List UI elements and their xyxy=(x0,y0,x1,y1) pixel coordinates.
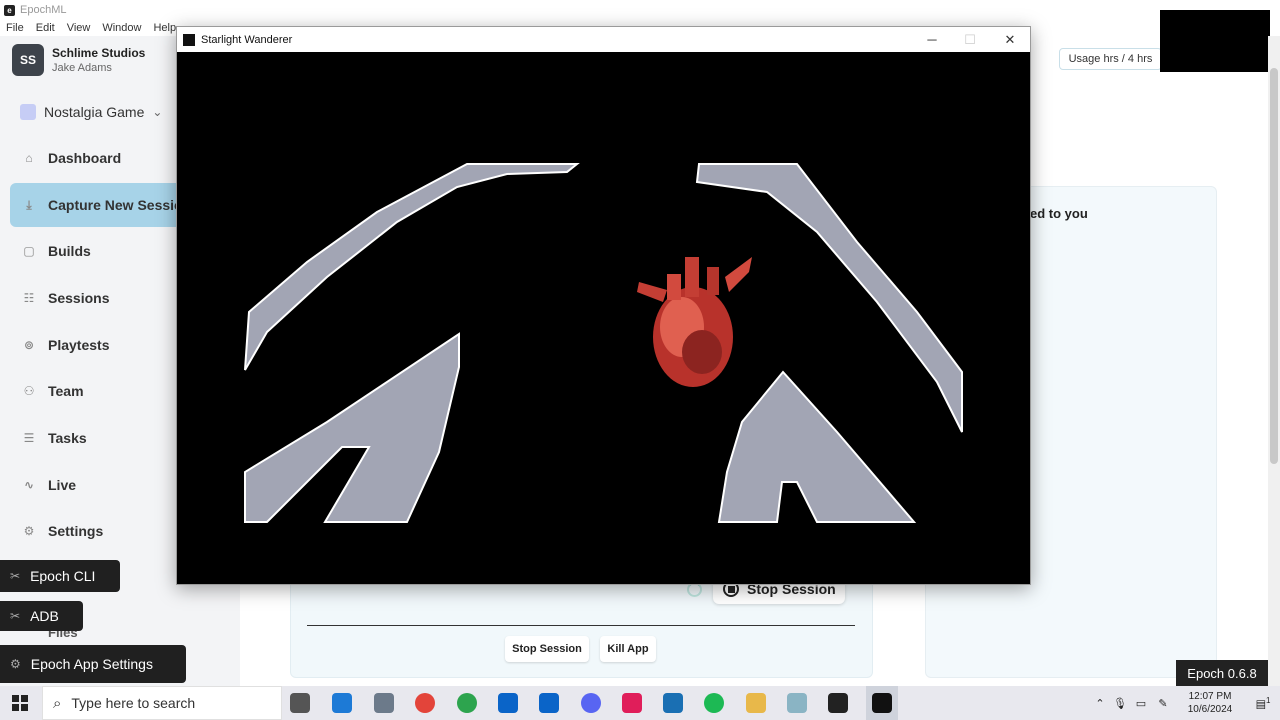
sidebar-item-label: Tasks xyxy=(48,430,87,446)
system-tray: ⌃ 🎙 ▭ ✎ 12:07 PM 10/6/2024 ▤1 xyxy=(1090,686,1280,720)
sidebar-item-label: Playtests xyxy=(48,337,110,353)
version-badge: Epoch 0.6.8 xyxy=(1176,660,1268,686)
gear-icon: ⚙ xyxy=(10,657,21,671)
menu-view[interactable]: View xyxy=(61,20,97,36)
discord-icon[interactable] xyxy=(581,693,601,713)
epoch-cli-label: Epoch CLI xyxy=(30,568,96,584)
rock-arc-right xyxy=(695,163,963,433)
windows-start-button[interactable] xyxy=(0,686,40,720)
epoch-app-icon[interactable] xyxy=(828,693,848,713)
network-app-icon[interactable] xyxy=(374,693,394,713)
adb-label: ADB xyxy=(30,608,59,624)
menubar: File Edit View Window Help xyxy=(0,20,182,36)
org-switcher[interactable]: SS Schlime Studios Jake Adams xyxy=(12,44,145,76)
windows-logo-icon xyxy=(12,695,28,711)
scrollbar-thumb[interactable] xyxy=(1270,68,1278,464)
tools-icon: ✂ xyxy=(10,569,21,583)
clock-time: 12:07 PM xyxy=(1188,691,1232,702)
anatomical-heart-icon xyxy=(637,257,752,387)
overlay-black-box xyxy=(1160,10,1270,72)
app-titlebar: e EpochML xyxy=(0,0,1280,20)
org-name: Schlime Studios xyxy=(52,46,146,60)
game-app-icon xyxy=(183,33,195,46)
menu-edit[interactable]: Edit xyxy=(30,20,61,36)
sessions-icon: ☷ xyxy=(23,291,35,305)
menu-file[interactable]: File xyxy=(0,20,30,36)
slack-icon[interactable] xyxy=(622,693,642,713)
gear-icon: ⚙ xyxy=(23,524,35,538)
app-m-icon[interactable] xyxy=(663,693,683,713)
game-window-titlebar[interactable]: Starlight Wanderer ─ ☐ ✕ xyxy=(177,27,1030,52)
game-canvas[interactable] xyxy=(177,52,1030,584)
sidebar-item-label: Sessions xyxy=(48,290,110,306)
tasks-icon: ☰ xyxy=(23,431,35,445)
menu-window[interactable]: Window xyxy=(96,20,147,36)
store-icon[interactable] xyxy=(498,693,518,713)
team-icon: ⚇ xyxy=(23,384,35,398)
maximize-button[interactable]: ☐ xyxy=(951,27,989,52)
rock-spike-right xyxy=(717,370,917,523)
box-icon: ▢ xyxy=(23,244,35,258)
adb-button[interactable]: ✂ ADB xyxy=(0,601,83,631)
user-name: Jake Adams xyxy=(52,62,112,74)
gamepad-icon: ⊚ xyxy=(23,338,35,352)
game-scene xyxy=(244,163,963,523)
sidebar-item-label: Settings xyxy=(48,523,104,539)
microphone-icon[interactable]: 🎙 xyxy=(1110,697,1130,710)
assigned-heading: ed to you xyxy=(1030,206,1088,221)
stop-session-button[interactable]: Stop Session xyxy=(505,636,589,662)
search-icon: ⌕ xyxy=(53,694,62,712)
sidebar-item-label: Capture New Session xyxy=(48,197,192,213)
notification-icon[interactable]: ▤1 xyxy=(1246,696,1280,711)
project-name: Nostalgia Game xyxy=(44,104,145,120)
clock[interactable]: 12:07 PM 10/6/2024 xyxy=(1174,690,1246,716)
sidebar-item-label: Dashboard xyxy=(48,150,122,166)
notepad-icon[interactable] xyxy=(787,693,807,713)
game-window-title: Starlight Wanderer xyxy=(201,33,293,46)
file-explorer-icon[interactable] xyxy=(746,693,766,713)
avatar: SS xyxy=(12,44,44,76)
tools-icon: ✂ xyxy=(10,609,21,623)
clock-date: 10/6/2024 xyxy=(1187,704,1233,715)
app-title: EpochML xyxy=(20,4,67,16)
sidebar-item-label: Builds xyxy=(48,243,91,259)
main-scrollbar[interactable] xyxy=(1268,36,1280,686)
taskbar: ⌕ Type here to search ⌃ 🎙 ▭ ✎ 12:07 PM 1… xyxy=(0,686,1280,720)
game-app-icon xyxy=(872,693,892,713)
kill-app-button[interactable]: Kill App xyxy=(600,636,656,662)
capture-icon: ⤓ xyxy=(26,197,32,212)
outlook-icon[interactable] xyxy=(539,693,559,713)
epoch-app-settings-button[interactable]: ⚙ Epoch App Settings xyxy=(0,645,186,683)
pen-icon[interactable]: ✎ xyxy=(1152,697,1174,710)
taskbar-search[interactable]: ⌕ Type here to search xyxy=(42,686,282,720)
spotify-icon[interactable] xyxy=(704,693,724,713)
project-color-icon xyxy=(20,104,36,120)
search-placeholder: Type here to search xyxy=(71,695,196,711)
epoch-cli-button[interactable]: ✂ Epoch CLI xyxy=(0,560,120,592)
task-view-icon[interactable] xyxy=(290,693,310,713)
divider xyxy=(307,625,855,626)
sidebar-item-label: Team xyxy=(48,383,84,399)
mail-icon[interactable] xyxy=(332,693,352,713)
close-button[interactable]: ✕ xyxy=(991,27,1029,52)
minimize-button[interactable]: ─ xyxy=(913,27,951,52)
game-window[interactable]: Starlight Wanderer ─ ☐ ✕ xyxy=(176,26,1031,585)
notification-count: 1 xyxy=(1265,695,1271,705)
chrome-icon[interactable] xyxy=(415,693,435,713)
rock-spike-left xyxy=(244,332,460,523)
project-selector[interactable]: Nostalgia Game ⌄ xyxy=(20,104,162,120)
epoch-logo-icon: e xyxy=(4,4,15,16)
sidebar-item-label: Live xyxy=(48,477,77,493)
rock-arc-left xyxy=(244,163,580,371)
chevron-up-icon[interactable]: ⌃ xyxy=(1090,697,1110,710)
usage-button[interactable]: Usage hrs / 4 hrs xyxy=(1059,48,1162,70)
chrome-alt-icon[interactable] xyxy=(457,693,477,713)
pulse-icon: ∿ xyxy=(23,478,35,492)
epoch-app-settings-label: Epoch App Settings xyxy=(30,656,153,672)
battery-icon[interactable]: ▭ xyxy=(1130,697,1152,710)
chevron-down-icon: ⌄ xyxy=(152,105,163,119)
home-icon: ⌂ xyxy=(25,151,33,165)
